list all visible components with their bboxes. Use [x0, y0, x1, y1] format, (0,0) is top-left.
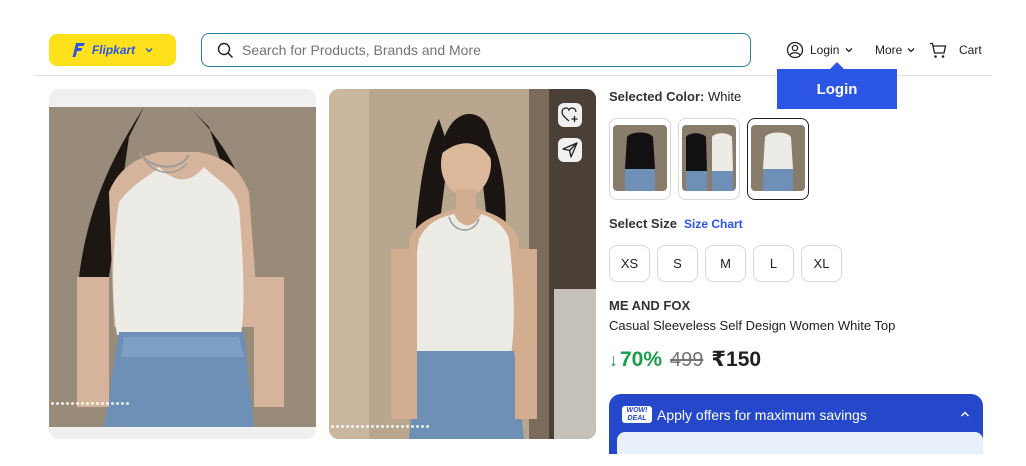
product-image-2[interactable] [329, 89, 596, 439]
login-popup-button[interactable]: Login [777, 69, 897, 109]
discount: ↓ 70% [609, 348, 662, 372]
offers-text: Apply offers for maximum savings [657, 407, 867, 423]
header: Flipkart Login More [0, 0, 1026, 76]
more-label: More [875, 43, 903, 57]
product-photo [49, 107, 316, 427]
chevron-up-icon [961, 411, 969, 417]
more-menu[interactable]: More [875, 40, 915, 60]
cart-icon [930, 42, 947, 58]
chevron-down-icon [845, 48, 853, 53]
discount-value: 70% [620, 348, 663, 371]
product-photo [329, 89, 596, 439]
color-swatch-black[interactable] [609, 118, 671, 200]
share-icon [562, 142, 578, 158]
size-chart-link[interactable]: Size Chart [684, 217, 743, 231]
flipkart-logo-icon [72, 43, 85, 57]
user-icon [786, 41, 804, 59]
chevron-down-icon [145, 47, 153, 53]
swatch-thumbnail [682, 125, 736, 191]
mrp-price: 499 [670, 349, 704, 371]
wow-deal-badge: WOW! DEAL [622, 406, 652, 423]
selected-color: Selected Color: White [609, 89, 741, 104]
share-button[interactable] [558, 138, 582, 162]
login-popup-arrow [830, 62, 844, 69]
size-option-s[interactable]: S [657, 245, 698, 282]
size-option-xl[interactable]: XL [801, 245, 842, 282]
price-row: ↓ 70% 499 ₹150 [609, 347, 761, 372]
offers-banner[interactable]: WOW! DEAL Apply offers for maximum savin… [609, 394, 983, 454]
selected-color-value: White [707, 89, 742, 104]
wishlist-button[interactable] [558, 103, 582, 127]
cart-label: Cart [959, 43, 982, 57]
offers-content [617, 432, 983, 454]
logo-text: Flipkart [91, 43, 136, 57]
selected-color-label: Selected Color: [609, 89, 705, 104]
swatch-thumbnail [751, 125, 805, 191]
image-dots [331, 425, 429, 428]
search-icon [217, 42, 233, 58]
cart-link[interactable]: Cart [929, 40, 982, 60]
product-image-1[interactable] [49, 89, 316, 439]
login-popup-label: Login [816, 80, 858, 98]
selling-price: ₹150 [711, 348, 762, 371]
chevron-down-icon [907, 48, 915, 53]
swatch-thumbnail [613, 125, 667, 191]
heart-plus-icon [561, 107, 578, 122]
login-menu[interactable]: Login [786, 40, 853, 60]
color-swatch-white[interactable] [747, 118, 809, 200]
size-option-xs[interactable]: XS [609, 245, 650, 282]
search-box[interactable] [201, 33, 751, 67]
size-option-m[interactable]: M [705, 245, 746, 282]
login-label: Login [810, 43, 840, 57]
arrow-down-icon: ↓ [609, 350, 618, 370]
image-dots [51, 402, 129, 405]
product-brand: ME AND FOX [609, 298, 691, 313]
product-title: Casual Sleeveless Self Design Women Whit… [609, 318, 896, 333]
select-size-label: Select Size [609, 216, 677, 231]
size-option-l[interactable]: L [753, 245, 794, 282]
flipkart-logo-button[interactable]: Flipkart [49, 34, 176, 66]
color-swatch-combo[interactable] [678, 118, 740, 200]
search-input[interactable] [242, 42, 722, 58]
